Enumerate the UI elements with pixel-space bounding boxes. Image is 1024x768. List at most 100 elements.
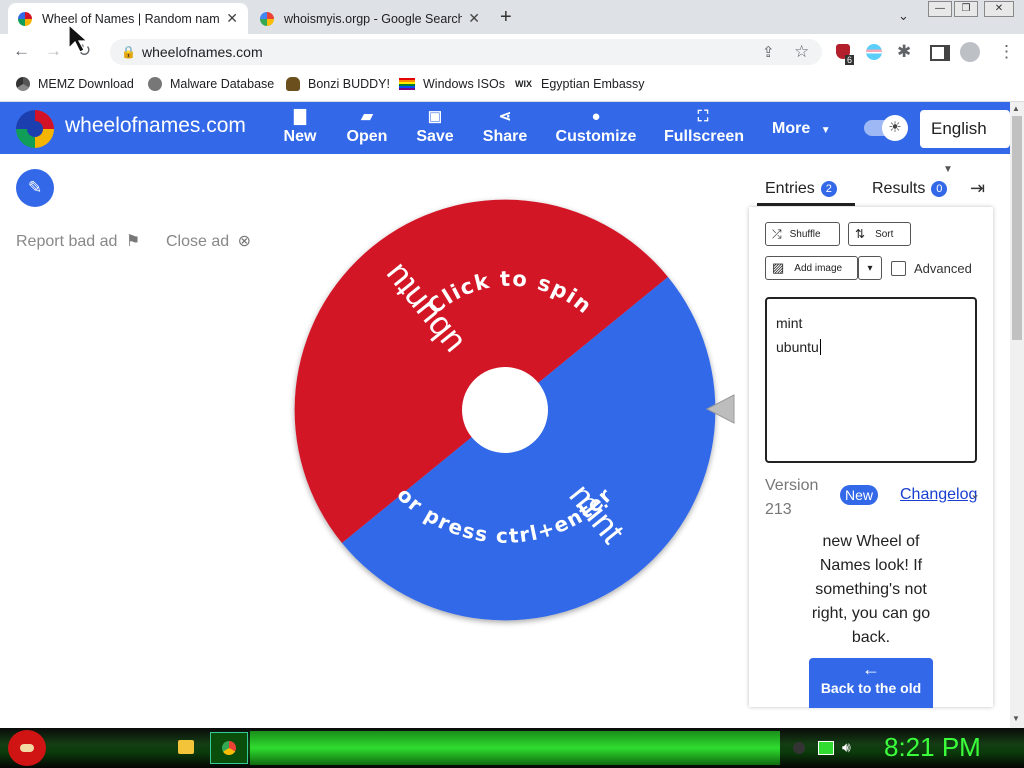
language-select[interactable]: English ▼ [920, 110, 1010, 175]
tab-title: whoismyis.orgp - Google Search [284, 11, 463, 26]
angry-bird-start-icon[interactable] [8, 730, 46, 766]
page-scrollbar[interactable]: ▲ ▼ [1010, 102, 1024, 728]
collapse-panel-icon[interactable]: ⇥ [970, 178, 985, 199]
forward-arrow-icon[interactable]: → [45, 41, 62, 61]
back-button-label: Back to the old [820, 680, 922, 696]
window-close-icon[interactable]: ✕ [984, 1, 1014, 17]
url-text[interactable]: wheelofnames.com [142, 44, 263, 60]
tab-entries[interactable]: Entries 2 [765, 180, 837, 198]
shuffle-icon: ⤮ [772, 226, 782, 241]
rainbow-flag-icon [399, 78, 415, 90]
open-button[interactable]: ▰ Open [343, 106, 391, 146]
share-icon: ⋖ [498, 108, 512, 125]
arrow-left-icon: ← [862, 659, 880, 679]
wheel-logo-icon[interactable] [16, 110, 54, 148]
save-button[interactable]: ▣ Save [412, 106, 458, 146]
bookmark-bonzi[interactable]: Bonzi BUDDY! [286, 77, 390, 91]
lock-icon[interactable]: 🔒 [121, 45, 136, 59]
wix-logo-icon: WIX [515, 79, 532, 89]
version-number: 213 [765, 501, 792, 518]
back-to-old-button[interactable]: ← Back to the old [809, 658, 933, 708]
add-image-label: Add image [794, 262, 843, 274]
tab-google-search[interactable]: whoismyis.orgp - Google Search ✕ [250, 3, 490, 34]
bookmark-windows-isos[interactable]: Windows ISOs [399, 77, 505, 91]
tray-network-icon[interactable] [818, 741, 834, 755]
advanced-label: Advanced [914, 261, 972, 276]
back-arrow-icon[interactable]: ← [13, 41, 30, 61]
taskbar-clock[interactable]: 8:21 PM [884, 732, 981, 763]
gorilla-icon [286, 77, 300, 91]
taskbar-chrome-button[interactable] [210, 732, 248, 764]
bookmark-egyptian-embassy[interactable]: WIX Egyptian Embassy [515, 77, 645, 91]
fullscreen-button[interactable]: ⛶ Fullscreen [664, 106, 744, 146]
scroll-down-icon[interactable]: ▼ [1012, 714, 1020, 723]
report-label: Report bad ad [16, 233, 118, 250]
more-menu-button[interactable]: More ▼ [772, 120, 831, 138]
scrollbar-thumb[interactable] [1012, 116, 1022, 340]
shuffle-button[interactable]: ⤮ Shuffle [765, 222, 840, 246]
tray-bluetooth-icon[interactable] [793, 742, 805, 754]
version-info: Version 213 [765, 474, 818, 522]
share-page-icon[interactable]: ⇪ [762, 43, 775, 61]
bookmark-label: Egyptian Embassy [541, 77, 645, 91]
new-tab-icon[interactable]: + [500, 6, 512, 29]
add-image-dropdown-icon[interactable]: ▾ [858, 256, 882, 280]
palette-icon: ● [591, 108, 601, 125]
scroll-up-icon[interactable]: ▲ [1012, 104, 1020, 113]
spinning-wheel[interactable]: ubuntu mint Click to spin or press ctrl+… [280, 190, 740, 630]
nav-label: Share [482, 128, 528, 145]
sort-button[interactable]: ⇅ Sort [848, 222, 911, 246]
tab-wheel-of-names[interactable]: Wheel of Names | Random name picker ✕ [8, 3, 248, 34]
chrome-icon [222, 741, 236, 755]
new-look-notice: new Wheel of Names look! If something's … [811, 533, 931, 646]
brand-title[interactable]: wheelofnames.com [65, 114, 246, 138]
nav-label: Customize [555, 128, 637, 145]
profile-avatar-icon[interactable] [960, 42, 980, 62]
customize-button[interactable]: ● Customize [555, 106, 637, 146]
flag-extension-icon[interactable] [866, 44, 882, 60]
close-tab-icon[interactable]: ✕ [226, 10, 238, 27]
sort-label: Sort [875, 228, 894, 240]
entry-line-with-caret: ubuntu [776, 335, 966, 359]
changelog-link[interactable]: Changelog [900, 486, 978, 504]
new-badge: New [840, 485, 879, 505]
version-label: Version [765, 477, 819, 494]
bookmark-malware-db[interactable]: Malware Database [148, 77, 274, 91]
sort-icon: ⇅ [855, 227, 866, 241]
share-button[interactable]: ⋖ Share [480, 106, 530, 146]
tray-volume-icon[interactable]: 🔊︎ [842, 739, 851, 756]
tab-search-chevron-icon[interactable]: ⌄ [898, 8, 909, 24]
puzzle-extensions-icon[interactable]: ✱ [897, 42, 911, 62]
add-image-button[interactable]: ▨ Add image [765, 256, 858, 280]
bookmark-label: Malware Database [170, 77, 275, 91]
advanced-checkbox[interactable] [891, 261, 906, 276]
edit-pencil-icon[interactable]: ✎ [16, 169, 54, 207]
extension-badge: 6 [845, 55, 855, 65]
bookmark-star-icon[interactable]: ☆ [794, 42, 809, 62]
menu-kebab-icon[interactable]: ⋮ [998, 42, 1015, 62]
flag-icon: ⚑ [125, 233, 141, 250]
chevron-down-icon[interactable]: ⌄ [970, 487, 980, 501]
nav-label: Open [346, 128, 388, 145]
close-ad-link[interactable]: Close ad ⊗ [166, 231, 251, 251]
entry-line: ubuntu [776, 339, 819, 355]
bookmark-label: Bonzi BUDDY! [308, 77, 390, 91]
restore-icon[interactable]: ❐ [954, 1, 978, 17]
minimize-icon[interactable]: — [928, 1, 952, 17]
side-panel-icon[interactable] [930, 45, 950, 61]
file-explorer-icon[interactable] [178, 740, 194, 754]
logo-hub [27, 121, 43, 137]
bookmark-memz[interactable]: MEMZ Download [16, 77, 134, 91]
folder-icon: ▰ [361, 108, 373, 125]
active-tab-underline [757, 203, 855, 206]
nav-label: New [283, 128, 317, 145]
tab-results[interactable]: Results 0 [872, 180, 948, 198]
language-value: English [931, 119, 987, 138]
close-tab-icon[interactable]: ✕ [468, 10, 480, 27]
new-button[interactable]: ▇ New [277, 106, 323, 146]
wheel-favicon-icon [18, 11, 32, 26]
entries-textarea[interactable]: mint ubuntu [765, 297, 977, 463]
entries-tab-label: Entries [765, 180, 815, 197]
report-bad-ad-link[interactable]: Report bad ad ⚑ [16, 231, 140, 251]
image-icon: ▨ [772, 260, 785, 275]
